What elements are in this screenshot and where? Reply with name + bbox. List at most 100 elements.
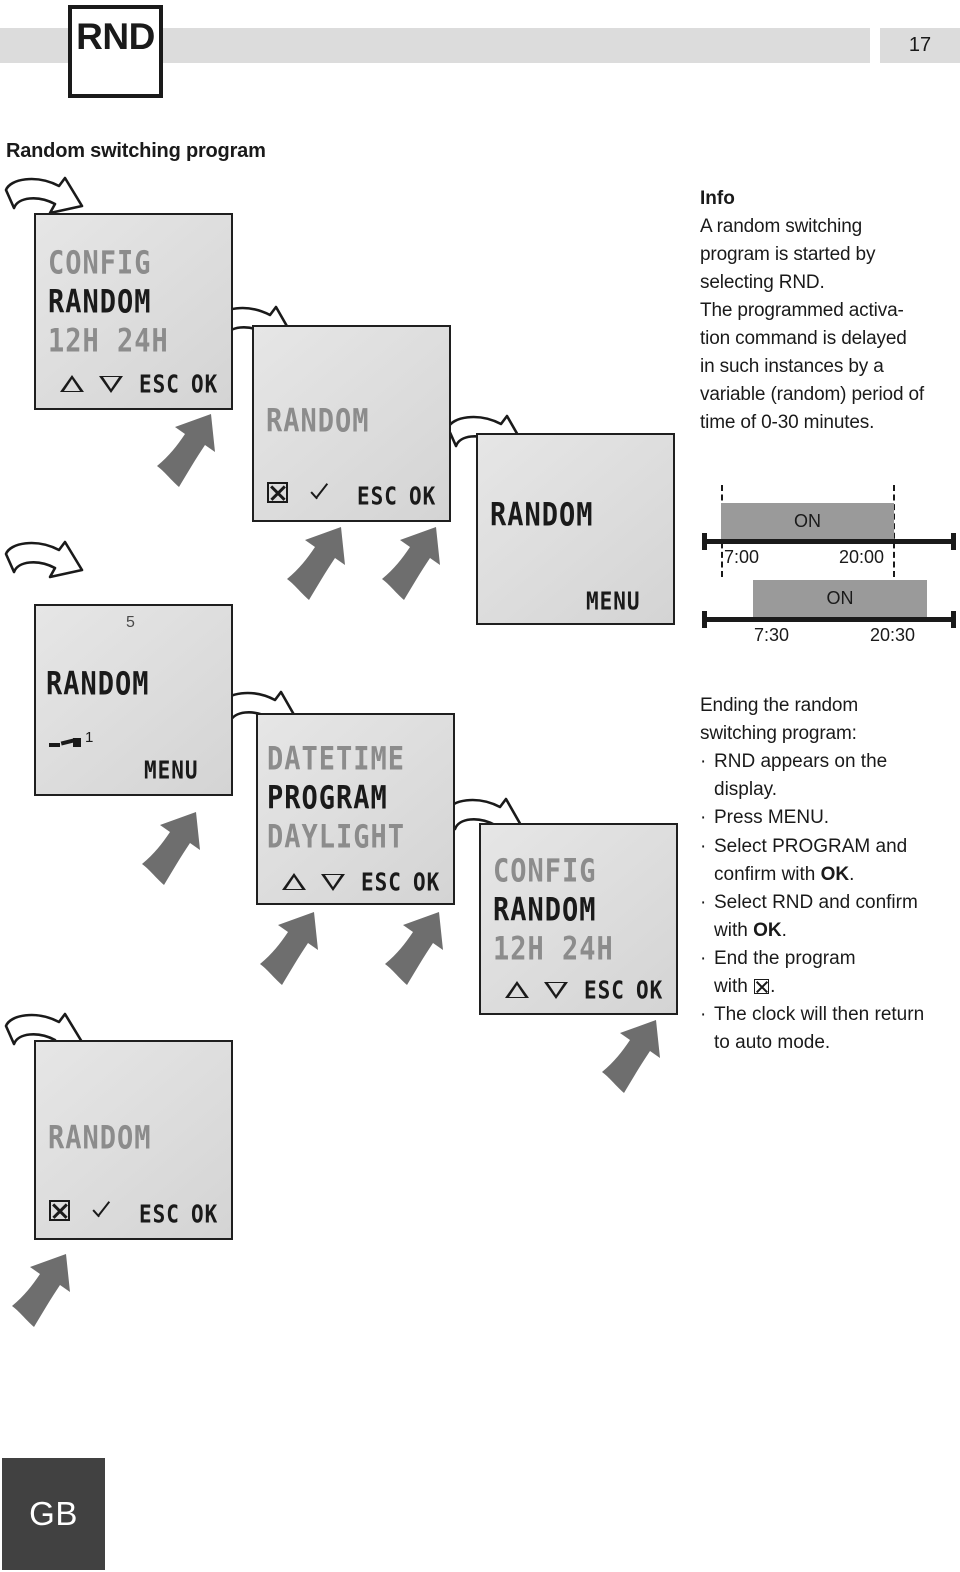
emphasis-ok: OK	[753, 919, 782, 941]
list-item: · The clock will then return to auto mod…	[700, 1001, 960, 1057]
list-item-text: RND appears on the display.	[714, 748, 887, 804]
lcd-weekday-number: 5	[126, 614, 135, 631]
lcd-softkey-esc[interactable]: ESC	[139, 1200, 180, 1228]
list-item-line: .	[770, 976, 776, 998]
check-icon[interactable]	[92, 1202, 114, 1220]
triangle-up-icon[interactable]	[60, 375, 84, 392]
relay-channel-number: 1	[85, 729, 94, 746]
list-item-line: with	[714, 919, 754, 941]
ending-block: Ending the random switching program: · R…	[700, 692, 960, 1057]
lcd-line-random: RANDOM	[48, 1120, 152, 1157]
ending-heading-line: switching program:	[700, 723, 857, 745]
timing-diagram: ON 7:00 20:00 ON 7:30 20:30	[700, 485, 958, 645]
press-arrow-ok-3	[385, 912, 443, 985]
press-arrow-ok-1	[157, 414, 215, 487]
triangle-down-icon[interactable]	[99, 376, 123, 393]
language-badge-label: GB	[29, 1495, 78, 1532]
lcd-softkey-menu[interactable]: MENU	[144, 756, 199, 784]
list-item-line: Select RND and confirm	[714, 891, 918, 913]
info-line: The programmed activa-	[700, 299, 904, 321]
lcd-line-random: RANDOM	[490, 497, 594, 534]
axis-cap-left-1	[702, 533, 707, 550]
lcd-softkey-esc[interactable]: ESC	[584, 976, 625, 1004]
rnd-badge-label: RND	[76, 16, 155, 57]
lcd-screen-random-auto[interactable]: 5 RANDOM 1 MENU	[34, 604, 233, 796]
list-item-line: display.	[714, 779, 778, 801]
on-bar-random: ON	[753, 580, 927, 617]
bullet-marker: ·	[700, 835, 707, 857]
triangle-down-icon[interactable]	[321, 874, 345, 891]
list-item-line: Press MENU.	[714, 807, 830, 829]
lcd-line-daylight: DAYLIGHT	[267, 819, 406, 856]
time-label-end-2: 20:30	[870, 625, 916, 645]
on-bar-programmed: ON	[721, 503, 894, 539]
list-item-line: End the program	[714, 947, 856, 969]
info-line: time of 0-30 minutes.	[700, 412, 875, 434]
lcd-softkey-ok[interactable]: OK	[409, 482, 436, 510]
emphasis-ok: OK	[820, 863, 850, 885]
x-box-icon[interactable]	[49, 1200, 70, 1221]
bullet-marker: ·	[700, 1004, 707, 1026]
lcd-softkey-ok[interactable]: OK	[191, 1200, 218, 1228]
bullet-marker: ·	[700, 891, 707, 913]
lcd-screen-config-random-2[interactable]: CONFIG RANDOM 12H 24H ESC OK	[479, 823, 678, 1015]
list-item-text: Press MENU.	[714, 804, 829, 832]
list-item-line: confirm with	[714, 863, 821, 885]
check-icon[interactable]	[310, 484, 332, 502]
lcd-screen-random-confirm-2[interactable]: RANDOM ESC OK	[34, 1040, 233, 1240]
lcd-softkey-esc[interactable]: ESC	[357, 482, 398, 510]
press-arrow-down	[260, 912, 318, 985]
lcd-softkey-menu[interactable]: MENU	[586, 587, 641, 615]
rnd-badge: RND	[68, 5, 163, 98]
list-item: · RND appears on the display.	[700, 748, 960, 804]
list-item-line: .	[781, 919, 787, 941]
axis-cap-right-1	[951, 533, 956, 550]
axis-cap-right-2	[951, 611, 956, 628]
lcd-line-datetime: DATETIME	[267, 741, 406, 778]
list-item-text: The clock will then return to auto mode.	[714, 1001, 924, 1057]
bullet-marker: ·	[700, 751, 707, 773]
list-item-text: Select PROGRAM and confirm with OK.	[714, 833, 907, 889]
press-arrow-check	[287, 527, 345, 600]
triangle-down-icon[interactable]	[544, 982, 568, 999]
lcd-line-12h-24h: 12H 24H	[48, 323, 169, 360]
info-line: A random switching	[700, 215, 863, 237]
lcd-line-random-selected: RANDOM	[493, 892, 597, 929]
page-title: Random switching program	[6, 140, 266, 162]
triangle-up-icon[interactable]	[282, 873, 306, 890]
lcd-screen-config-random-1[interactable]: CONFIG RANDOM 12H 24H ESC OK	[34, 213, 233, 410]
info-line: tion command is delayed	[700, 327, 907, 349]
time-label-start-2: 7:30	[754, 625, 790, 645]
triangle-up-icon[interactable]	[505, 981, 529, 998]
lcd-softkey-ok[interactable]: OK	[191, 370, 218, 398]
press-arrow-x	[12, 1254, 70, 1327]
list-item: · Select RND and confirm with OK.	[700, 889, 960, 945]
on-label: ON	[826, 588, 854, 608]
manual-page: RND 17 Random switching program CONFIG R…	[0, 0, 960, 1572]
list-item-line: The clock will then return	[714, 1004, 925, 1026]
press-arrow-ok-4	[602, 1020, 660, 1093]
on-label: ON	[794, 510, 821, 531]
press-arrow-menu	[142, 812, 200, 885]
lcd-screen-random-menu[interactable]: RANDOM MENU	[476, 433, 675, 625]
list-item-line: .	[849, 863, 855, 885]
lcd-line-random-selected: RANDOM	[48, 284, 152, 321]
page-number: 17	[880, 28, 960, 63]
lcd-screen-random-confirm-1[interactable]: RANDOM ESC OK	[252, 325, 451, 522]
list-item-line: RND appears on the	[714, 751, 888, 773]
lcd-softkey-esc[interactable]: ESC	[361, 868, 402, 896]
info-line: in such instances by a	[700, 356, 884, 378]
lcd-screen-program-menu[interactable]: DATETIME PROGRAM DAYLIGHT ESC OK	[256, 713, 455, 905]
lcd-line-config: CONFIG	[493, 853, 597, 890]
lcd-softkey-ok[interactable]: OK	[413, 868, 440, 896]
lcd-softkey-esc[interactable]: ESC	[139, 370, 180, 398]
x-box-icon[interactable]	[267, 482, 288, 503]
timeline-axis-2	[702, 617, 956, 622]
list-item-line: to auto mode.	[714, 1032, 831, 1054]
list-item: · End the program with .	[700, 945, 960, 1001]
lcd-softkey-ok[interactable]: OK	[636, 976, 663, 1004]
list-item-line: with	[714, 976, 754, 998]
list-item: · Press MENU.	[700, 804, 960, 832]
lcd-line-12h-24h: 12H 24H	[493, 931, 614, 968]
info-line: variable (random) period of	[700, 384, 925, 406]
